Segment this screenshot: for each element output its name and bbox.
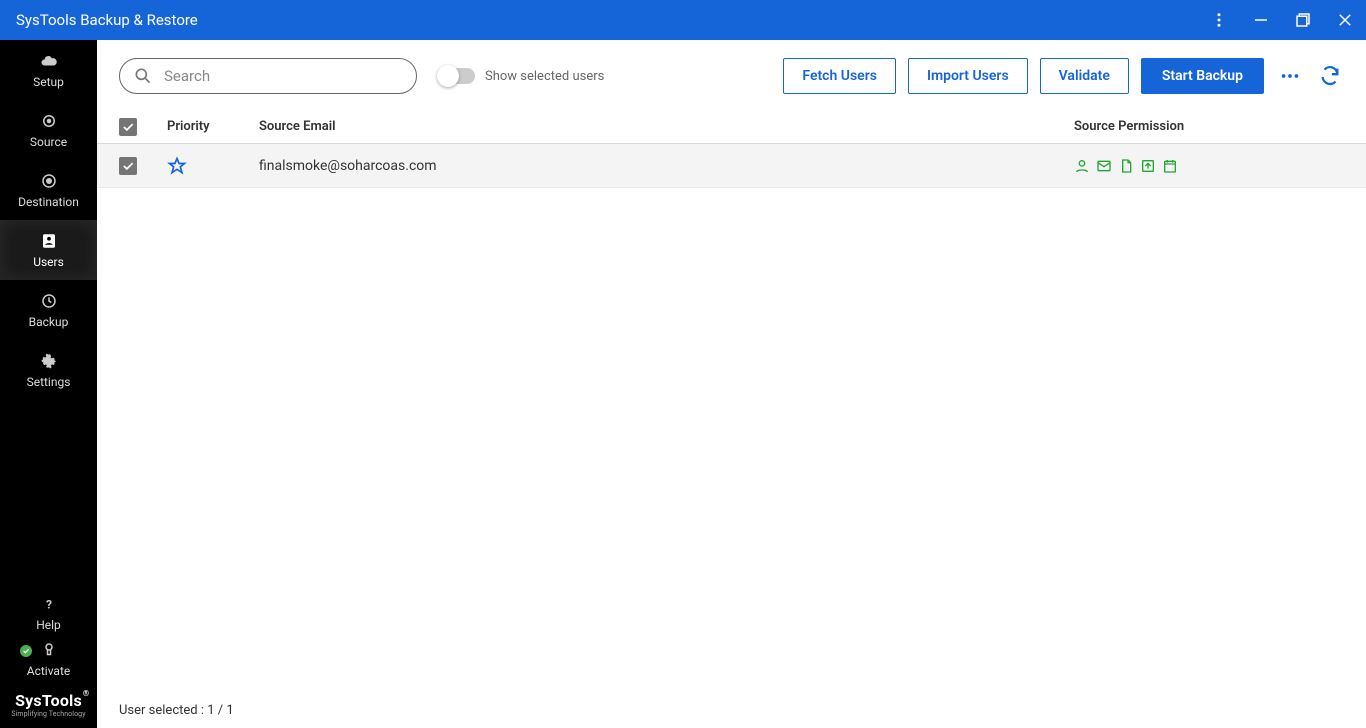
sidebar-item-label: Users (33, 255, 64, 269)
window-controls (1210, 11, 1354, 29)
destination-icon (40, 172, 58, 190)
app-title: SysTools Backup & Restore (12, 11, 1210, 29)
sidebar-item-label: Destination (18, 195, 79, 209)
status-dot-icon (20, 645, 32, 657)
close-icon[interactable] (1336, 11, 1354, 29)
sidebar-item-activate[interactable]: Activate (0, 635, 97, 683)
backup-icon (40, 292, 58, 310)
brand-logo: SysTools® Simplifying Technology (0, 683, 97, 728)
sidebar-item-label: Help (36, 618, 61, 632)
more-horiz-icon[interactable] (1276, 62, 1304, 90)
header-source-email: Source Email (259, 119, 1074, 134)
sidebar-item-setup[interactable]: Setup (0, 40, 97, 100)
main-panel: Show selected users Fetch Users Import U… (97, 40, 1366, 728)
brand-name: SysTools (15, 691, 82, 710)
activate-icon (40, 641, 58, 659)
row-email: finalsmoke@soharcoas.com (259, 158, 1074, 174)
validate-button[interactable]: Validate (1040, 58, 1129, 94)
sidebar-item-source[interactable]: Source (0, 100, 97, 160)
sidebar-item-label: Setup (33, 75, 64, 89)
perm-contact-icon (1074, 158, 1090, 174)
titlebar: SysTools Backup & Restore (0, 0, 1366, 40)
sidebar-item-help[interactable]: ? Help (0, 591, 97, 635)
help-icon: ? (40, 595, 58, 613)
search-wrap (119, 58, 417, 94)
toolbar: Show selected users Fetch Users Import U… (97, 40, 1366, 110)
sidebar-item-backup[interactable]: Backup (0, 280, 97, 340)
perm-calendar-icon (1162, 158, 1178, 174)
header-priority: Priority (167, 119, 259, 134)
row-checkbox[interactable] (119, 157, 137, 175)
sidebar-item-users[interactable]: Users (0, 220, 97, 280)
permission-icons (1074, 158, 1344, 174)
perm-document-icon (1118, 158, 1134, 174)
sidebar-item-label: Settings (27, 375, 71, 389)
users-table: Priority Source Email Source Permission … (97, 110, 1366, 692)
more-vert-icon[interactable] (1210, 11, 1228, 29)
table-row[interactable]: finalsmoke@soharcoas.com (97, 144, 1366, 188)
sidebar-item-settings[interactable]: Settings (0, 340, 97, 400)
brand-tagline: Simplifying Technology (6, 710, 91, 718)
table-header: Priority Source Email Source Permission (97, 110, 1366, 144)
priority-star-icon[interactable] (167, 156, 187, 176)
import-users-button[interactable]: Import Users (908, 58, 1028, 94)
refresh-icon[interactable] (1316, 62, 1344, 90)
fetch-users-button[interactable]: Fetch Users (783, 58, 896, 94)
source-icon (40, 112, 58, 130)
minimize-icon[interactable] (1252, 11, 1270, 29)
perm-mail-icon (1096, 158, 1112, 174)
toggle-switch[interactable] (439, 68, 475, 84)
cloud-icon (40, 52, 58, 70)
search-icon (133, 66, 153, 86)
svg-text:?: ? (46, 597, 52, 611)
maximize-icon[interactable] (1294, 11, 1312, 29)
sidebar-item-label: Activate (27, 664, 71, 678)
sidebar-item-label: Backup (29, 315, 69, 329)
toggle-label: Show selected users (485, 69, 604, 84)
gear-icon (40, 352, 58, 370)
status-bar: User selected : 1 / 1 (97, 692, 1366, 728)
toggle-show-selected[interactable]: Show selected users (439, 68, 604, 84)
sidebar-item-destination[interactable]: Destination (0, 160, 97, 220)
users-icon (40, 232, 58, 250)
perm-image-icon (1140, 158, 1156, 174)
sidebar-item-label: Source (30, 135, 67, 149)
sidebar: Setup Source Destination Users Backup Se… (0, 40, 97, 728)
search-input[interactable] (119, 58, 417, 94)
start-backup-button[interactable]: Start Backup (1141, 58, 1264, 94)
status-text: User selected : 1 / 1 (119, 703, 234, 718)
brand-reg: ® (83, 689, 90, 698)
header-source-permission: Source Permission (1074, 119, 1344, 134)
select-all-checkbox[interactable] (119, 118, 137, 136)
